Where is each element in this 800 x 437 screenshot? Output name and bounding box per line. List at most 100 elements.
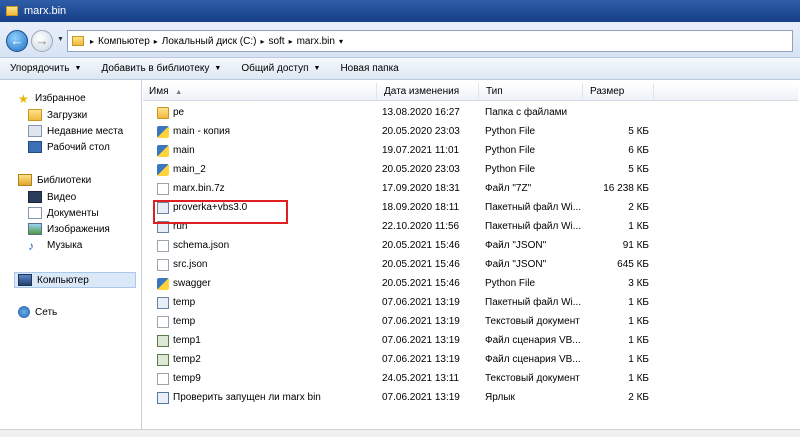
file-type: Python File [485, 126, 536, 137]
nav-music[interactable]: ♪ Музыка [28, 239, 83, 253]
nav-libraries[interactable]: Библиотеки [18, 174, 91, 186]
file-date: 19.07.2021 11:01 [382, 145, 460, 156]
file-size: 1 КБ [628, 354, 649, 365]
share-button[interactable]: Общий доступ ▼ [231, 63, 330, 74]
file-type: Python File [485, 278, 536, 289]
file-type: Файл "7Z" [485, 183, 532, 194]
file-row[interactable]: main - копия 20.05.2020 23:03 Python File 5… [143, 123, 653, 140]
address-bar[interactable]: ▸ Компьютер ▸ Локальный диск (C:) ▸ soft… [67, 30, 793, 52]
documents-icon [28, 207, 42, 219]
file-name: temp2 [173, 354, 201, 365]
file-date: 20.05.2021 15:46 [382, 278, 460, 289]
star-icon: ★ [18, 92, 29, 106]
folder-icon [157, 106, 169, 119]
column-size[interactable]: Размер [584, 83, 654, 101]
music-icon: ♪ [28, 239, 34, 253]
file-date: 07.06.2021 13:19 [382, 316, 460, 327]
nav-computer-label: Компьютер [37, 274, 89, 286]
file-size: 16 238 КБ [603, 183, 649, 194]
file-type: Папка с файлами [485, 107, 568, 118]
breadcrumb-marx-bin[interactable]: marx.bin [297, 36, 335, 47]
organize-button[interactable]: Упорядочить ▼ [0, 63, 91, 74]
breadcrumb-soft[interactable]: soft [268, 36, 284, 47]
chevron-right-icon: ▸ [153, 36, 158, 46]
file-date: 24.05.2021 13:11 [382, 373, 460, 384]
breadcrumb-computer[interactable]: Компьютер [98, 36, 150, 47]
file-size: 5 КБ [628, 126, 649, 137]
nav-documents[interactable]: Документы [28, 207, 99, 219]
back-button[interactable]: ← [6, 30, 28, 52]
chevron-down-icon[interactable]: ▾ [339, 37, 343, 46]
breadcrumb-local-disk[interactable]: Локальный диск (C:) [162, 36, 257, 47]
column-date-label: Дата изменения [384, 86, 460, 97]
file-date: 07.06.2021 13:19 [382, 354, 460, 365]
recent-places-icon [28, 125, 42, 137]
network-icon [18, 306, 30, 318]
forward-button[interactable]: → [31, 30, 53, 52]
file-type: Текстовый документ [485, 316, 580, 327]
nav-images-label: Изображения [47, 223, 110, 235]
nav-network[interactable]: Сеть [18, 306, 57, 318]
file-name-cell: main [157, 142, 195, 159]
add-to-library-button[interactable]: Добавить в библиотеку ▼ [91, 63, 231, 74]
recent-pages-dropdown[interactable]: ▼ [57, 36, 64, 43]
file-row[interactable]: temp1 07.06.2021 13:19 Файл сценария VB...… [143, 332, 653, 349]
file-row[interactable]: temp 07.06.2021 13:19 Текстовый документ 1 … [143, 313, 653, 330]
column-headers: Имя ▲ Дата изменения Тип Размер [143, 83, 798, 101]
new-folder-button[interactable]: Новая папка [330, 63, 408, 74]
file-type: Пакетный файл Wi... [485, 202, 582, 213]
file-size: 6 КБ [628, 145, 649, 156]
file-row[interactable]: schema.json 20.05.2021 15:46 Файл "JSON" 91… [143, 237, 653, 254]
vbscript-icon [157, 353, 169, 366]
file-name: main [173, 145, 195, 156]
nav-images[interactable]: Изображения [28, 223, 110, 235]
file-icon [157, 315, 169, 328]
column-name-label: Имя [149, 86, 169, 97]
file-size: 2 КБ [628, 392, 649, 403]
nav-recent-label: Недавние места [47, 125, 124, 137]
column-date[interactable]: Дата изменения [378, 83, 479, 101]
file-name: src.json [173, 259, 208, 270]
file-row[interactable]: swagger 20.05.2021 15:46 Python File 3 КБ [143, 275, 653, 292]
chevron-down-icon: ▼ [313, 65, 321, 72]
file-icon [157, 372, 169, 385]
file-name-cell: temp [157, 294, 195, 311]
file-name-cell: main_2 [157, 161, 206, 178]
file-row[interactable]: marx.bin.7z 17.09.2020 18:31 Файл "7Z" 16 2… [143, 180, 653, 197]
file-size: 1 КБ [628, 316, 649, 327]
nav-video[interactable]: Видео [28, 191, 76, 203]
file-name: swagger [173, 278, 211, 289]
red-highlight-box [153, 200, 288, 224]
nav-video-label: Видео [47, 191, 77, 203]
sort-up-icon: ▲ [175, 89, 183, 96]
title-bar: marx.bin [0, 0, 800, 22]
file-row[interactable]: src.json 20.05.2021 15:46 Файл "JSON" 645 К… [143, 256, 653, 273]
file-name-cell: swagger [157, 275, 211, 292]
file-size: 5 КБ [628, 164, 649, 175]
file-name-cell: main - копия [157, 123, 230, 140]
file-row[interactable]: temp 07.06.2021 13:19 Пакетный файл Wi... 1… [143, 294, 653, 311]
file-row[interactable]: temp9 24.05.2021 13:11 Текстовый документ 1… [143, 370, 653, 387]
column-name[interactable]: Имя ▲ [143, 83, 377, 101]
file-icon [157, 258, 169, 271]
bottom-border [0, 429, 800, 437]
file-row[interactable]: Проверить запущен ли marx bin 07.06.2021 … [143, 389, 653, 406]
file-date: 22.10.2020 11:56 [382, 221, 460, 232]
file-type: Пакетный файл Wi... [485, 297, 582, 308]
share-label: Общий доступ [241, 63, 309, 74]
file-row[interactable]: pe 13.08.2020 16:27 Папка с файлами [143, 104, 653, 121]
nav-computer[interactable]: Компьютер [14, 272, 136, 288]
column-type[interactable]: Тип [480, 83, 583, 101]
file-row[interactable]: main 19.07.2021 11:01 Python File 6 КБ [143, 142, 653, 159]
file-size: 1 КБ [628, 373, 649, 384]
nav-recent[interactable]: Недавние места [28, 125, 123, 137]
file-row[interactable]: temp2 07.06.2021 13:19 Файл сценария VB...… [143, 351, 653, 368]
nav-desktop[interactable]: Рабочий стол [28, 141, 110, 153]
nav-music-label: Музыка [47, 239, 83, 251]
file-row[interactable]: main_2 20.05.2020 23:03 Python File 5 КБ [143, 161, 653, 178]
add-library-label: Добавить в библиотеку [101, 63, 210, 74]
nav-downloads[interactable]: Загрузки [28, 109, 87, 121]
nav-favorites[interactable]: ★ Избранное [18, 92, 86, 106]
file-name-cell: src.json [157, 256, 207, 273]
file-type: Текстовый документ [485, 373, 580, 384]
